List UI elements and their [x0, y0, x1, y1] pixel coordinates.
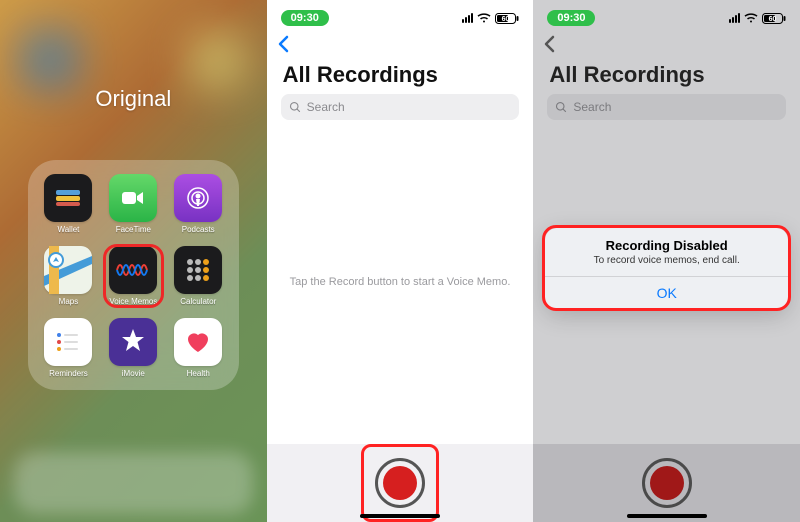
app-wallet[interactable]: Wallet — [40, 174, 97, 234]
record-toolbar — [267, 444, 534, 522]
search-icon — [555, 101, 567, 113]
battery-icon: 60 — [762, 13, 786, 24]
alert-message: To record voice memos, end call. — [545, 255, 788, 276]
search-input[interactable]: Search — [281, 94, 520, 120]
alert-dialog: Recording Disabled To record voice memos… — [545, 228, 788, 309]
search-input[interactable]: Search — [547, 94, 786, 120]
app-calculator[interactable]: Calculator — [170, 246, 227, 306]
svg-text:60: 60 — [502, 16, 510, 23]
svg-text:60: 60 — [769, 16, 777, 23]
reminders-icon — [44, 318, 92, 366]
health-icon — [174, 318, 222, 366]
search-placeholder: Search — [573, 100, 611, 114]
record-button[interactable] — [642, 458, 692, 508]
status-bar: 09:30 60 — [533, 0, 800, 30]
folder-title: Original — [0, 86, 267, 112]
search-icon — [289, 101, 301, 113]
record-toolbar — [533, 444, 800, 522]
app-facetime[interactable]: FaceTime — [105, 174, 162, 234]
podcasts-icon — [174, 174, 222, 222]
home-indicator — [627, 514, 707, 518]
app-imovie[interactable]: iMovie — [105, 318, 162, 378]
search-placeholder: Search — [307, 100, 345, 114]
back-button[interactable] — [277, 35, 289, 57]
back-button[interactable] — [543, 35, 555, 57]
status-right: 60 — [729, 13, 786, 24]
status-time-pill: 09:30 — [281, 10, 329, 26]
panel-home-folder: Original Wallet FaceTime — [0, 0, 267, 522]
app-reminders[interactable]: Reminders — [40, 318, 97, 378]
wifi-icon — [477, 13, 491, 23]
wifi-icon — [744, 13, 758, 23]
app-folder: Wallet FaceTime Podcasts — [28, 160, 239, 390]
chevron-left-icon — [277, 35, 289, 53]
highlight-record — [361, 444, 439, 522]
nav-bar — [267, 30, 534, 62]
calculator-icon — [174, 246, 222, 294]
alert-ok-button[interactable]: OK — [545, 277, 788, 309]
cellular-icon — [729, 13, 740, 23]
page-title: All Recordings — [267, 62, 534, 94]
panel-voicememos-alert: 09:30 60 All Recordings Search Recordi — [533, 0, 800, 522]
app-maps[interactable]: Maps — [40, 246, 97, 306]
voice-memos-icon — [109, 246, 157, 294]
record-icon — [650, 466, 684, 500]
home-indicator — [360, 514, 440, 518]
panel-voicememos-empty: 09:30 60 All Recordings Search Tap the R… — [267, 0, 534, 522]
cellular-icon — [462, 13, 473, 23]
status-right: 60 — [462, 13, 519, 24]
chevron-left-icon — [543, 35, 555, 53]
battery-icon: 60 — [495, 13, 519, 24]
app-health[interactable]: Health — [170, 318, 227, 378]
status-time-pill: 09:30 — [547, 10, 595, 26]
dock — [14, 452, 253, 514]
page-title: All Recordings — [533, 62, 800, 94]
app-voice-memos[interactable]: Voice Memos — [105, 246, 162, 306]
wallet-icon — [44, 174, 92, 222]
nav-bar — [533, 30, 800, 62]
alert-title: Recording Disabled — [545, 228, 788, 255]
empty-state-hint: Tap the Record button to start a Voice M… — [267, 120, 534, 444]
facetime-icon — [109, 174, 157, 222]
imovie-icon — [109, 318, 157, 366]
status-bar: 09:30 60 — [267, 0, 534, 30]
app-podcasts[interactable]: Podcasts — [170, 174, 227, 234]
maps-icon — [44, 246, 92, 294]
